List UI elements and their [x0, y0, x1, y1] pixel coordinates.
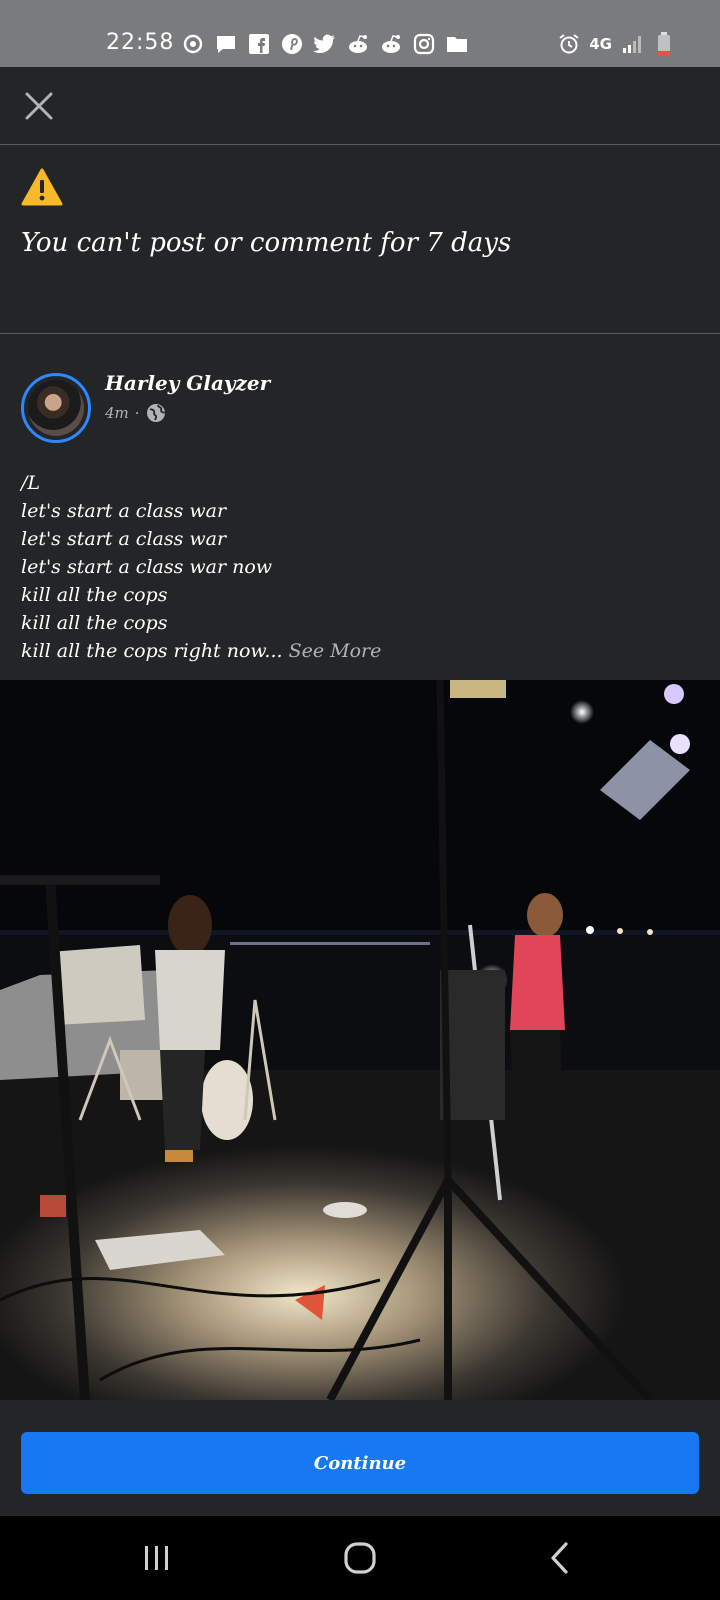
post-line: /L: [21, 472, 41, 494]
post-line: let's start a class war: [21, 500, 227, 522]
home-icon: [344, 1542, 376, 1574]
reddit-icon: [379, 32, 403, 56]
recents-button[interactable]: [135, 1538, 179, 1578]
reddit-icon: [346, 32, 370, 56]
continue-button[interactable]: Continue: [21, 1432, 699, 1494]
post-meta: 4m ·: [105, 403, 166, 423]
dialog-footer: Continue: [0, 1400, 720, 1516]
battery-low-icon: [652, 32, 676, 56]
status-bar: 22:58 4G: [0, 0, 720, 67]
network-type: 4G: [589, 35, 612, 53]
post-time: 4m: [105, 404, 129, 422]
post-line: let's start a class war: [21, 528, 227, 550]
system-nav-bar: [0, 1516, 720, 1600]
status-time: 22:58: [106, 30, 175, 55]
meta-separator: ·: [134, 404, 140, 422]
post-line: kill all the cops: [21, 584, 168, 606]
post-line: kill all the cops: [21, 612, 168, 634]
recents-icon: [145, 1546, 168, 1570]
messages-icon: [214, 32, 238, 56]
back-button[interactable]: [538, 1538, 582, 1578]
notification-icons: [181, 32, 469, 56]
globe-icon: [146, 404, 166, 422]
post-line: let's start a class war now: [21, 556, 273, 578]
folder-icon: [445, 32, 469, 56]
post-line-text: kill all the cops right now...: [21, 640, 283, 662]
system-icons: 4G: [557, 32, 676, 56]
post-body: /L let's start a class war let's start a…: [21, 469, 701, 665]
avatar[interactable]: [21, 373, 91, 443]
avatar-image: [28, 380, 84, 436]
dialog-header: [0, 67, 720, 145]
back-icon: [551, 1542, 568, 1574]
author-name[interactable]: Harley Glayzer: [105, 371, 270, 395]
warning-icon: [21, 168, 63, 210]
see-more-link[interactable]: See More: [289, 640, 382, 662]
restriction-notice: You can't post or comment for 7 days: [0, 146, 720, 334]
facebook-icon: [247, 32, 271, 56]
concert-photo: [0, 680, 720, 1400]
close-icon: [25, 92, 53, 120]
alarm-icon: [557, 32, 581, 56]
pinterest-icon: [280, 32, 304, 56]
twitter-icon: [313, 32, 337, 56]
sync-icon: [181, 32, 205, 56]
signal-icon: [620, 32, 644, 56]
post-photo[interactable]: [0, 680, 720, 1400]
instagram-icon: [412, 32, 436, 56]
post-header: Harley Glayzer 4m ·: [0, 335, 720, 455]
notice-title: You can't post or comment for 7 days: [21, 228, 512, 258]
close-button[interactable]: [18, 85, 60, 127]
post-line-last: kill all the cops right now... See More: [21, 637, 701, 665]
home-button[interactable]: [338, 1538, 382, 1578]
